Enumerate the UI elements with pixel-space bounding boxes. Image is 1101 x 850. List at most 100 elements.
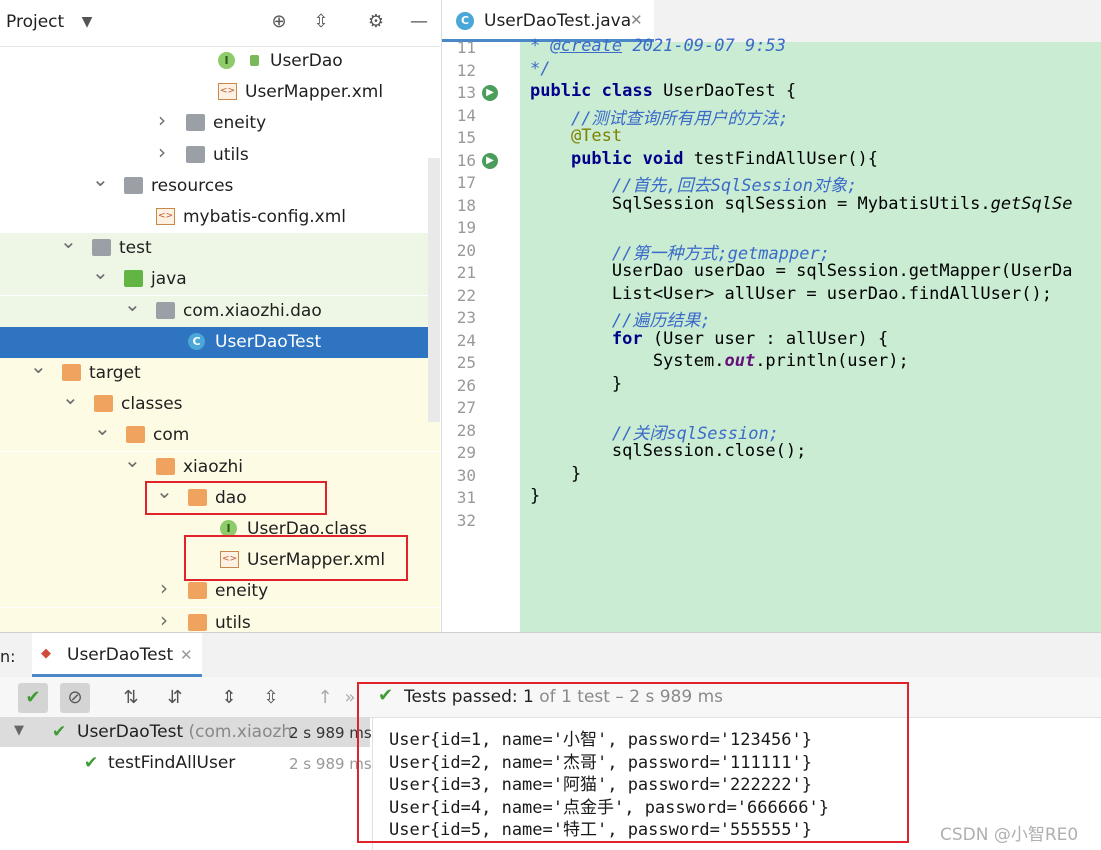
run-tab-userdaotest[interactable]: ◆ UserDaoTest ✕ <box>32 633 202 677</box>
sort-by-duration-icon[interactable]: ⇵ <box>160 683 190 713</box>
chevron-down-icon[interactable]: ⌄ <box>62 387 79 407</box>
test-method-row[interactable]: ✔ testFindAllUser 2 s 989 ms <box>0 748 372 778</box>
line-number: 17 <box>456 173 476 192</box>
code-line: List<User> allUser = userDao.findAllUser… <box>530 283 1052 304</box>
line-number: 29 <box>456 443 476 462</box>
show-passed-icon[interactable]: ✔ <box>18 683 48 713</box>
line-number: 16 <box>456 150 476 170</box>
lock-icon <box>250 55 259 66</box>
line-number-gutter: 11 12 13 ▶ 14 15 16 ▶ 17 18 19 20 21 22 23 24 25 26 27 28 29… <box>442 38 520 632</box>
folder-icon <box>186 145 205 163</box>
tree-item[interactable]: ⌄ resources <box>0 169 440 202</box>
tree-item-label: utils <box>215 612 251 632</box>
xml-file-icon: <> <box>156 208 175 225</box>
chevron-down-icon[interactable]: ⌄ <box>92 169 109 189</box>
previous-failed-icon[interactable]: ↑ <box>310 683 340 713</box>
xml-file-icon: <> <box>218 83 237 101</box>
passed-check-icon: ✔ <box>52 722 67 742</box>
collapse-all-icon[interactable]: ⇳ <box>256 683 286 713</box>
sort-alphabetically-icon[interactable]: ⇅ <box>116 683 146 713</box>
chevron-right-icon[interactable]: › <box>154 110 170 130</box>
code-editor: C UserDaoTest.java ✕ 11 12 13 ▶ 14 15 16 ▶ 17 18 1… <box>441 0 1101 632</box>
project-header: Project ▼ ⊕ ⇳ ⚙ — <box>0 0 440 47</box>
code-line: } <box>530 463 582 484</box>
watermark: CSDN @小智RE0 <box>940 825 1079 845</box>
chevron-down-icon[interactable]: ⌄ <box>30 356 47 376</box>
chevron-down-icon[interactable]: ⌄ <box>124 450 141 470</box>
tree-item[interactable]: ⌄ test <box>0 231 440 265</box>
tree-item-label: UserMapper.xml <box>245 82 384 103</box>
run-test-icon[interactable]: ▶ <box>482 152 498 169</box>
chevron-down-icon[interactable]: ⌄ <box>124 294 141 314</box>
tree-item-label: utils <box>213 144 249 165</box>
tree-item[interactable]: I UserDao <box>0 46 440 77</box>
line-number: 20 <box>456 240 476 260</box>
dropdown-arrow-icon[interactable]: ▼ <box>76 11 98 33</box>
project-view-selector[interactable]: Project <box>6 12 64 32</box>
tree-item[interactable]: › eneity <box>0 576 440 608</box>
line-number: 13 <box>456 83 476 102</box>
code-area[interactable]: * @create 2021-09-07 9:53 */public class … <box>520 36 1101 632</box>
chevron-down-icon[interactable]: ⌄ <box>94 418 111 438</box>
folder-icon <box>156 457 175 475</box>
locate-file-icon[interactable]: ⊕ <box>268 11 290 33</box>
tree-item[interactable]: C UserDaoTest <box>0 326 440 358</box>
tree-item[interactable]: › utils <box>0 607 440 632</box>
tree-item[interactable]: › eneity <box>0 108 440 139</box>
line-number: 11 <box>456 38 476 57</box>
tree-scrollbar[interactable] <box>428 158 440 422</box>
passed-check-icon: ✔ <box>84 753 99 773</box>
code-line: //遍历结果; <box>611 311 711 331</box>
chevron-right-icon[interactable]: › <box>156 578 172 598</box>
code-line: System.out.println(user); <box>530 351 909 371</box>
show-ignored-icon[interactable]: ⊘ <box>60 683 90 713</box>
test-class-row[interactable]: ▼ ✔ UserDaoTest (com.xiaozh 2 s 989 ms <box>0 717 372 747</box>
tree-item-label: eneity <box>215 581 269 602</box>
tree-item-label: com <box>153 425 190 446</box>
chevron-right-icon[interactable]: › <box>156 610 172 630</box>
tree-item-label: test <box>119 238 152 259</box>
tree-item[interactable]: ⌄ java <box>0 262 440 296</box>
chevron-down-icon[interactable]: ▼ <box>14 723 24 738</box>
line-number: 32 <box>456 510 476 530</box>
folder-icon <box>62 364 81 381</box>
run-test-icon[interactable]: ▶ <box>482 85 498 101</box>
code-line: for (User user : allUser) { <box>611 328 889 349</box>
annotation-box-dao <box>145 481 327 515</box>
tree-item[interactable]: ⌄ xiaozhi <box>0 450 440 483</box>
test-method-name: testFindAllUser <box>108 753 236 773</box>
close-icon[interactable]: ✕ <box>630 11 643 29</box>
annotation-box-usermapper <box>184 535 408 581</box>
tree-item[interactable]: ⌄ com.xiaozhi.dao <box>0 294 440 327</box>
tree-item-label: UserDao <box>270 51 343 71</box>
chevron-down-icon[interactable]: ⌄ <box>60 231 77 251</box>
line-number: 27 <box>456 398 476 417</box>
tree-item-label: mybatis-config.xml <box>183 207 346 227</box>
code-line: } <box>530 373 623 394</box>
folder-icon <box>92 239 111 257</box>
line-number: 28 <box>456 420 476 440</box>
close-icon[interactable]: ✕ <box>180 646 193 664</box>
code-line: sqlSession.close(); <box>530 441 807 461</box>
code-line: public class UserDaoTest { <box>530 81 797 101</box>
chevron-right-icon[interactable]: › <box>154 142 170 162</box>
tree-item[interactable]: ⌄ com <box>0 418 440 452</box>
tree-item[interactable]: <> UserMapper.xml <box>0 77 440 108</box>
expand-all-icon[interactable]: ⇕ <box>214 683 244 713</box>
line-number: 14 <box>456 105 476 125</box>
folder-icon <box>94 395 113 413</box>
line-number: 15 <box>456 128 476 147</box>
gear-icon[interactable]: ⚙ <box>365 11 387 33</box>
tree-item[interactable]: › utils <box>0 140 440 171</box>
tree-item[interactable]: ⌄ classes <box>0 387 440 421</box>
code-line: public void testFindAllUser(){ <box>570 148 879 169</box>
chevron-down-icon[interactable]: ⌄ <box>92 262 109 282</box>
code-line: * @create 2021-09-07 9:53 <box>530 36 786 56</box>
code-line: SqlSession sqlSession = MybatisUtils.get… <box>530 193 1073 214</box>
minimize-icon[interactable]: — <box>408 11 430 33</box>
collapse-all-icon[interactable]: ⇳ <box>310 11 332 33</box>
code-line: //关闭sqlSession; <box>611 423 779 444</box>
test-class-package: (com.xiaozh <box>188 722 293 742</box>
line-number: 12 <box>456 60 476 80</box>
folder-icon <box>188 613 207 631</box>
